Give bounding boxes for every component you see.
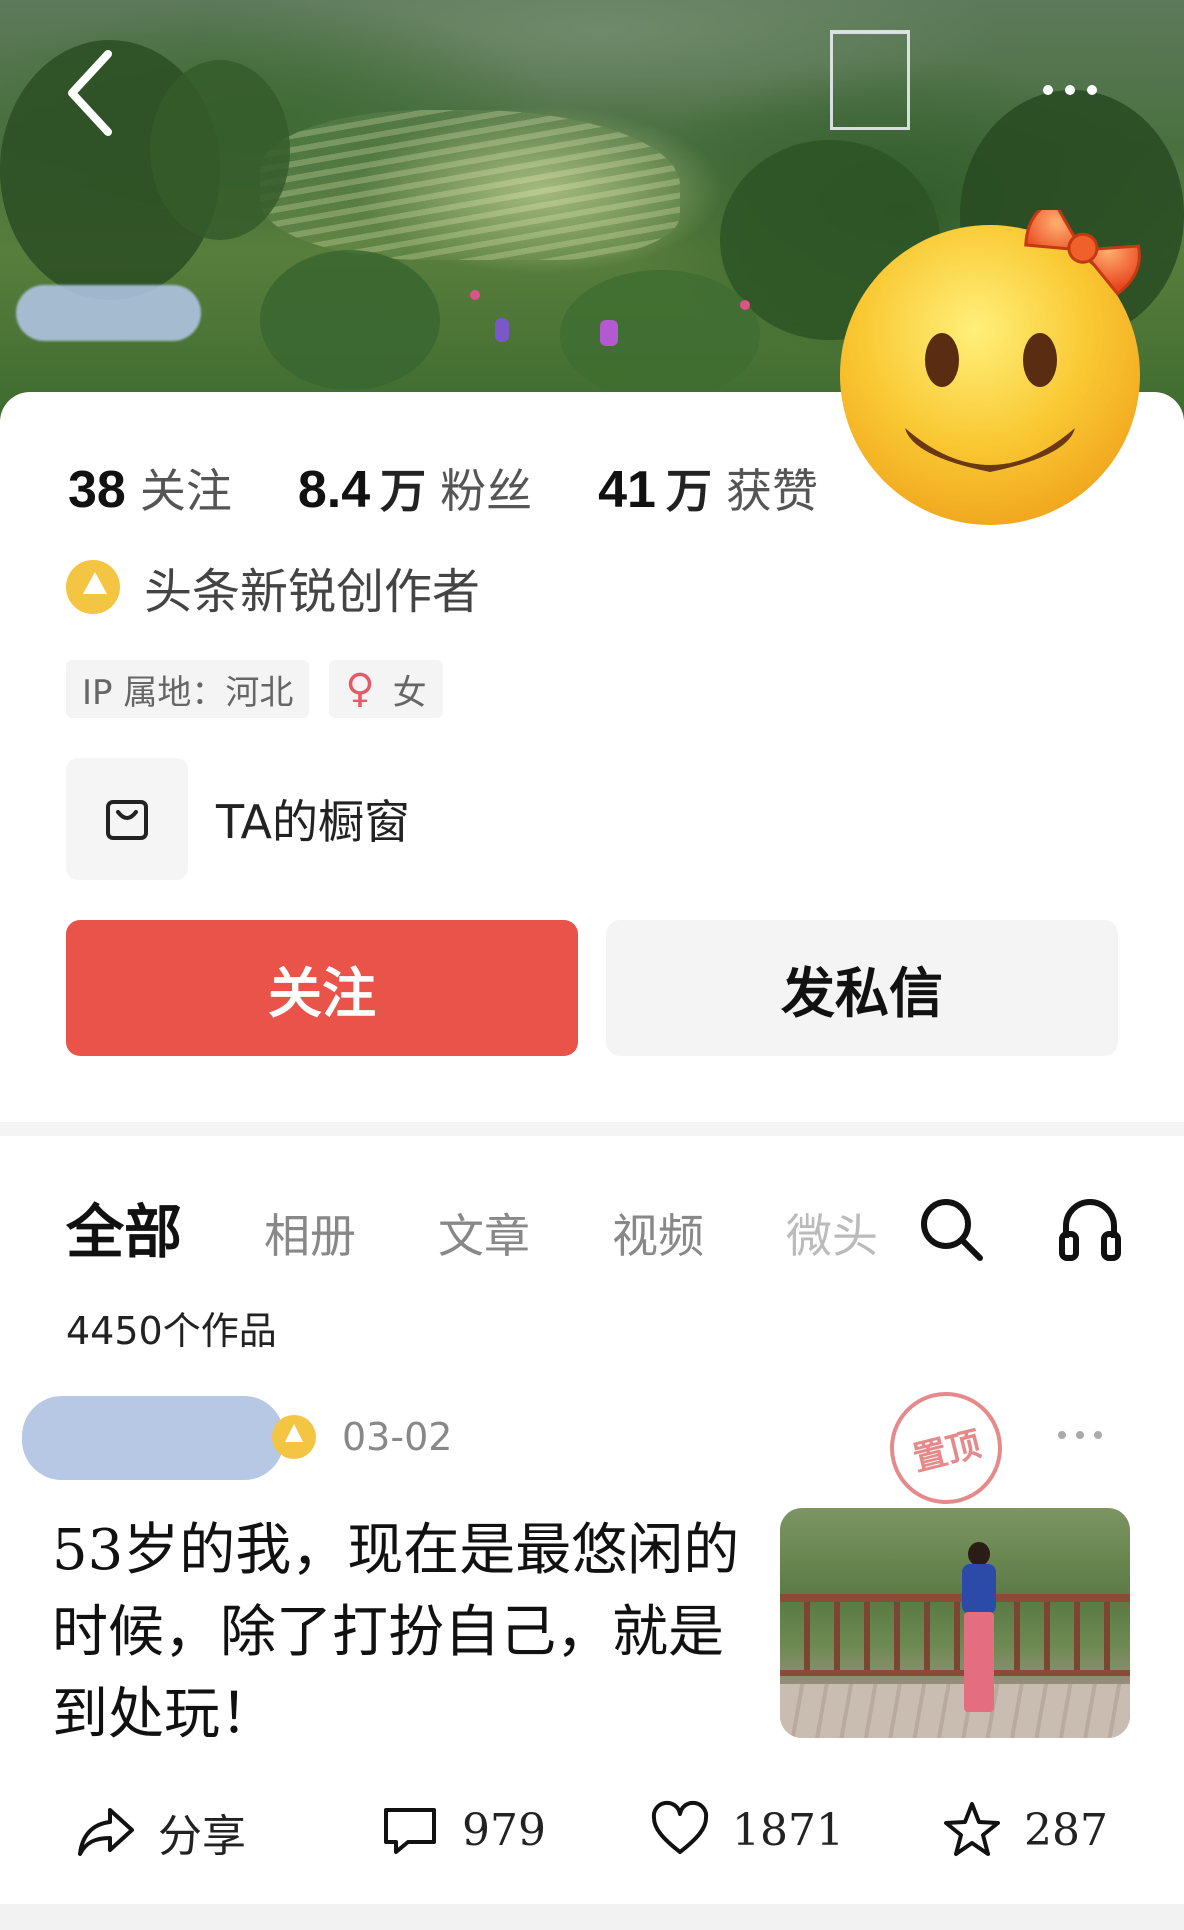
like-button[interactable]: 1871 bbox=[650, 1800, 844, 1860]
username-redacted bbox=[16, 285, 201, 341]
favorite-count: 287 bbox=[1024, 1804, 1108, 1856]
post-date: 03-02 bbox=[342, 1415, 453, 1459]
follow-button[interactable]: 关注 bbox=[66, 920, 578, 1056]
search-icon bbox=[921, 1199, 983, 1261]
stat-followers[interactable]: 8.4 万 粉丝 bbox=[298, 455, 532, 521]
favorite-button[interactable]: 287 bbox=[942, 1800, 1108, 1860]
post-actions: 分享 979 1871 287 bbox=[76, 1800, 1156, 1880]
like-count: 1871 bbox=[732, 1804, 844, 1856]
more-options-button[interactable] bbox=[1030, 70, 1110, 110]
stat-label: 获赞 bbox=[725, 465, 818, 517]
profile-tags: IP 属地：河北 ♀ 女 bbox=[66, 660, 443, 718]
comment-count: 979 bbox=[462, 1804, 546, 1856]
gender-tag: ♀ 女 bbox=[329, 660, 443, 718]
post-text[interactable]: 53岁的我，现在是最悠闲的时候，除了打扮自己，就是到处玩！ bbox=[52, 1510, 752, 1756]
post-more-button[interactable] bbox=[1058, 1420, 1122, 1450]
content-tabs: 全部 相册 文章 视频 微头 bbox=[66, 1185, 890, 1269]
stat-number: 8.4 bbox=[297, 461, 371, 519]
listen-button[interactable] bbox=[1058, 1192, 1122, 1262]
smiley-emoji-sticker bbox=[830, 199, 1150, 530]
share-label: 分享 bbox=[158, 1811, 246, 1862]
bottom-divider bbox=[0, 1904, 1184, 1930]
ip-location-text: IP 属地：河北 bbox=[82, 672, 294, 713]
pinned-stamp: 置顶 bbox=[878, 1380, 1014, 1516]
profile-stats: 38 关注 8.4 万 粉丝 41 万 获赞 bbox=[68, 455, 884, 521]
creator-badge-icon bbox=[272, 1415, 316, 1459]
comment-button[interactable]: 979 bbox=[380, 1800, 546, 1860]
showcase-entry[interactable]: TA的橱窗 bbox=[66, 758, 410, 880]
stat-number: 38 bbox=[68, 461, 126, 519]
share-icon bbox=[78, 1808, 134, 1856]
creator-badge-icon bbox=[66, 560, 120, 614]
post-thumbnail[interactable] bbox=[780, 1508, 1130, 1738]
search-button[interactable] bbox=[916, 1194, 986, 1264]
heart-icon bbox=[651, 1800, 709, 1854]
shopping-bag-icon bbox=[66, 758, 188, 880]
creator-badge[interactable]: 头条新锐创作者 bbox=[66, 552, 480, 622]
stat-label: 关注 bbox=[139, 465, 232, 517]
creator-badge-label: 头条新锐创作者 bbox=[144, 564, 481, 620]
share-button[interactable]: 分享 bbox=[76, 1800, 246, 1864]
pinned-label: 置顶 bbox=[909, 1423, 985, 1480]
post-author-redacted[interactable] bbox=[22, 1396, 284, 1480]
tab-micro[interactable]: 微头 bbox=[786, 1200, 890, 1266]
stat-likes[interactable]: 41 万 获赞 bbox=[598, 455, 818, 521]
star-icon bbox=[944, 1802, 1000, 1856]
stat-following[interactable]: 38 关注 bbox=[68, 455, 232, 521]
chevron-left-icon bbox=[68, 50, 112, 136]
comment-icon bbox=[384, 1808, 436, 1854]
headphones-icon bbox=[1059, 1199, 1121, 1261]
stat-unit: 万 bbox=[665, 465, 712, 517]
tab-videos[interactable]: 视频 bbox=[612, 1200, 704, 1266]
gender-text: 女 bbox=[392, 672, 427, 713]
back-button[interactable] bbox=[62, 48, 122, 138]
stat-label: 粉丝 bbox=[440, 465, 533, 517]
female-icon: ♀ bbox=[345, 666, 375, 712]
stat-unit: 万 bbox=[380, 465, 427, 517]
ip-location-tag: IP 属地：河北 bbox=[66, 660, 310, 718]
tab-articles[interactable]: 文章 bbox=[438, 1200, 530, 1266]
showcase-label: TA的橱窗 bbox=[216, 795, 410, 849]
works-count: 4450个作品 bbox=[66, 1309, 277, 1353]
tab-album[interactable]: 相册 bbox=[264, 1200, 356, 1266]
tab-all[interactable]: 全部 bbox=[66, 1185, 182, 1269]
stat-number: 41 bbox=[598, 461, 656, 519]
section-divider bbox=[0, 1122, 1184, 1136]
message-button[interactable]: 发私信 bbox=[606, 920, 1118, 1056]
